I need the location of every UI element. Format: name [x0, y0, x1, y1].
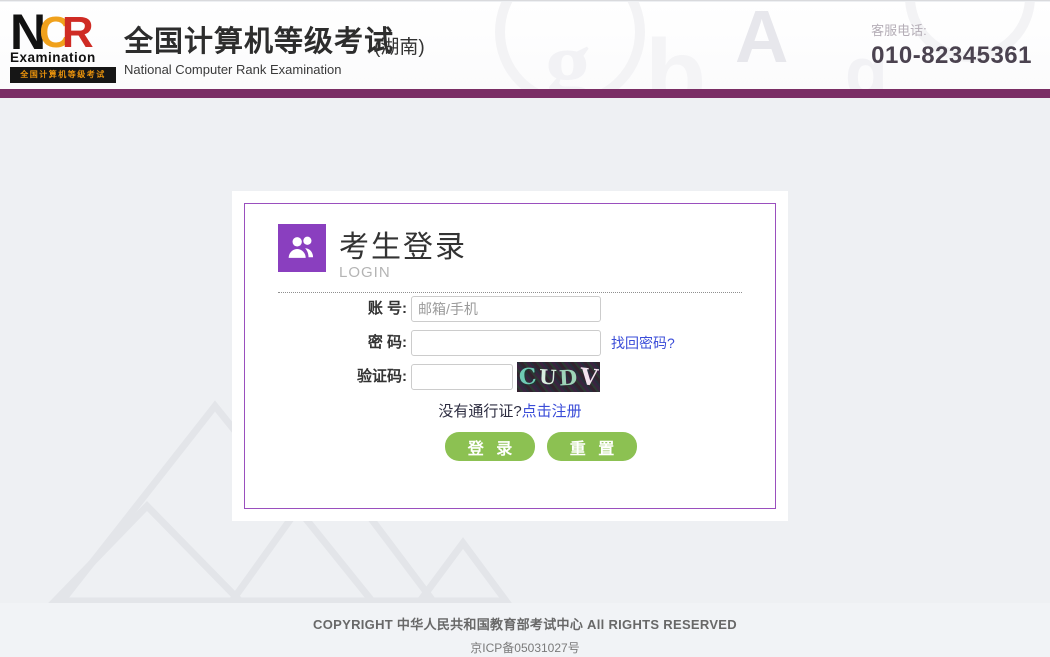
header-watermark-letter: A: [735, 2, 788, 79]
forgot-password-link[interactable]: 找回密码?: [611, 330, 675, 356]
captcha-image[interactable]: C U D V: [517, 362, 600, 392]
header-divider-bar: [0, 89, 1050, 98]
copyright-text: COPYRIGHT 中华人民共和国教育部考试中心 All RIGHTS RESE…: [0, 614, 1050, 633]
captcha-letter: C: [518, 365, 537, 388]
users-icon-glyph: [285, 231, 319, 265]
login-title: 考生登录: [339, 222, 467, 266]
page: g b A g N C R Examination 全国计算机等级考试 全国计算…: [0, 0, 1050, 657]
register-line: 没有通行证?点击注册: [245, 400, 775, 421]
login-subtitle: LOGIN: [339, 264, 467, 281]
site-title: 全国计算机等级考试 National Computer Rank Examina…: [124, 18, 394, 77]
main-area: 考生登录 LOGIN 账 号: 密 码: 找回密码? 验证码:: [0, 98, 1050, 604]
logo-letter-r: R: [62, 14, 94, 52]
province-label: (湖南): [374, 32, 425, 59]
service-phone-number: 010-82345361: [871, 42, 1032, 70]
service-phone-label: 客服电话:: [871, 20, 1032, 39]
dotted-divider: [278, 292, 742, 293]
users-icon: [278, 224, 326, 272]
ncr-logo: N C R Examination 全国计算机等级考试: [10, 10, 118, 83]
logo-examination-text: Examination: [10, 50, 118, 65]
captcha-input[interactable]: [411, 364, 513, 390]
captcha-label: 验证码:: [315, 364, 407, 390]
icp-number: 京ICP备05031027号: [0, 639, 1050, 656]
account-input[interactable]: [411, 296, 601, 322]
login-panel-border: 考生登录 LOGIN 账 号: 密 码: 找回密码? 验证码:: [244, 203, 776, 509]
site-title-en: National Computer Rank Examination: [124, 62, 394, 77]
service-phone-block: 客服电话: 010-82345361: [871, 20, 1032, 70]
account-label: 账 号:: [315, 296, 407, 322]
password-label: 密 码:: [315, 330, 407, 356]
ncr-logo-letters: N C R: [10, 10, 118, 52]
footer: COPYRIGHT 中华人民共和国教育部考试中心 All RIGHTS RESE…: [0, 603, 1050, 657]
captcha-letter: V: [579, 365, 599, 390]
captcha-letter: U: [539, 367, 557, 388]
reset-button[interactable]: 重 置: [547, 432, 637, 461]
captcha-letter: D: [559, 366, 578, 388]
header: g b A g N C R Examination 全国计算机等级考试 全国计算…: [0, 2, 1050, 89]
password-input[interactable]: [411, 330, 601, 356]
header-watermark-letter: b: [645, 18, 706, 89]
login-panel: 考生登录 LOGIN 账 号: 密 码: 找回密码? 验证码:: [232, 191, 788, 521]
no-pass-text: 没有通行证?: [438, 403, 521, 420]
logo-bar-text: 全国计算机等级考试: [10, 67, 116, 83]
register-link[interactable]: 点击注册: [522, 403, 582, 420]
login-button[interactable]: 登 录: [445, 432, 535, 461]
site-title-cn: 全国计算机等级考试: [124, 18, 394, 60]
login-title-block: 考生登录 LOGIN: [339, 222, 467, 281]
header-watermark-circle: [495, 2, 645, 89]
